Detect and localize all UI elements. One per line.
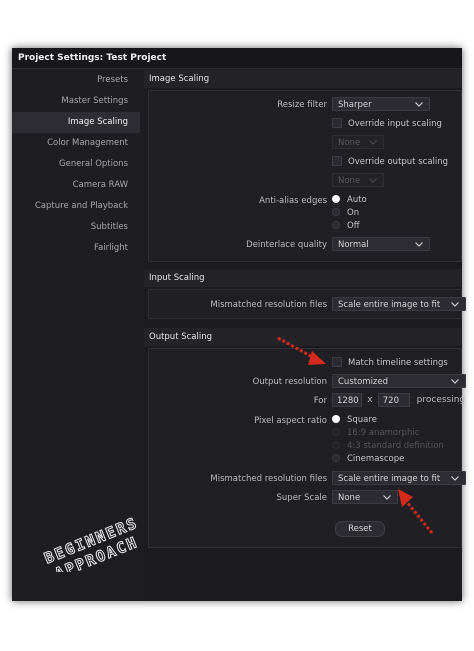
aa-on-label: On xyxy=(347,208,360,218)
reset-button[interactable]: Reset xyxy=(335,521,385,537)
image-scaling-section: Resize filter Sharper Override input sca… xyxy=(148,90,462,262)
aa-off-row: Off xyxy=(149,219,463,235)
par-169-radio xyxy=(332,428,340,436)
output-mismatch-dropdown[interactable]: Scale entire image to fit xyxy=(332,471,466,485)
override-output-label: Override output scaling xyxy=(348,157,449,167)
override-input-label: Override input scaling xyxy=(348,119,442,129)
output-resolution-dropdown[interactable]: Customized xyxy=(332,374,466,388)
input-none-row: None xyxy=(149,135,463,151)
height-input[interactable]: 720 xyxy=(377,393,410,407)
output-mismatch-value: Scale entire image to fit xyxy=(338,474,441,484)
resize-filter-label: Resize filter xyxy=(277,100,327,110)
input-mismatch-dropdown[interactable]: Scale entire image to fit xyxy=(332,297,466,311)
input-scaling-header: Input Scaling xyxy=(144,269,462,287)
sidebar-item-color-management[interactable]: Color Management xyxy=(12,133,140,154)
x-label: x xyxy=(367,395,373,405)
par-cinemascope-label: Cinemascope xyxy=(347,454,405,464)
super-scale-value: None xyxy=(338,493,361,503)
override-input-row: Override input scaling xyxy=(149,116,463,132)
resize-filter-row: Resize filter Sharper xyxy=(149,97,463,113)
input-scaling-none-dropdown: None xyxy=(332,135,384,149)
aa-off-radio[interactable] xyxy=(332,221,340,229)
chevron-down-icon xyxy=(369,136,378,150)
sidebar-item-subtitles[interactable]: Subtitles xyxy=(12,217,140,238)
super-scale-label: Super Scale xyxy=(276,493,327,503)
aa-on-radio[interactable] xyxy=(332,208,340,216)
par-cinemascope-radio[interactable] xyxy=(332,454,340,462)
chevron-down-icon xyxy=(415,238,424,252)
width-input[interactable]: 1280 xyxy=(332,393,362,407)
override-input-checkbox[interactable] xyxy=(332,118,342,128)
processing-label: processing xyxy=(416,395,466,405)
deinterlace-row: Deinterlace quality Normal xyxy=(149,237,463,253)
chevron-down-icon xyxy=(369,174,378,188)
aa-auto-label: Auto xyxy=(347,195,367,205)
watermark-logo: BEGINNERS APPROACH xyxy=(41,513,141,572)
override-output-row: Override output scaling xyxy=(149,154,463,170)
par-43-label: 4:3 standard definition xyxy=(347,441,444,451)
output-mismatch-label: Mismatched resolution files xyxy=(210,474,327,484)
resize-filter-value: Sharper xyxy=(338,100,372,110)
deinterlace-dropdown[interactable]: Normal xyxy=(332,237,430,251)
image-scaling-header: Image Scaling xyxy=(144,70,462,88)
override-output-checkbox[interactable] xyxy=(332,156,342,166)
chevron-down-icon xyxy=(451,375,460,389)
sidebar-item-capture-and-playback[interactable]: Capture and Playback xyxy=(12,196,140,217)
sidebar-item-general-options[interactable]: General Options xyxy=(12,154,140,175)
input-scaling-section: Mismatched resolution files Scale entire… xyxy=(148,289,466,319)
output-mismatch-row: Mismatched resolution files Scale entire… xyxy=(149,471,466,487)
output-none-value: None xyxy=(338,176,361,186)
par-cinemascope-row: Cinemascope xyxy=(149,452,463,468)
aa-off-label: Off xyxy=(347,221,360,231)
input-mismatch-row: Mismatched resolution files Scale entire… xyxy=(149,297,466,313)
super-scale-dropdown[interactable]: None xyxy=(332,490,398,504)
input-mismatch-value: Scale entire image to fit xyxy=(338,300,441,310)
chevron-down-icon xyxy=(383,491,392,505)
par-square-radio[interactable] xyxy=(332,415,340,423)
processing-size-row: For 1280 x 720 processing xyxy=(149,393,466,409)
output-scaling-none-dropdown: None xyxy=(332,173,384,187)
par-169-label: 16:9 anamorphic xyxy=(347,428,420,438)
sidebar-item-master-settings[interactable]: Master Settings xyxy=(12,91,140,112)
output-resolution-value: Customized xyxy=(338,377,389,387)
chevron-down-icon xyxy=(451,298,460,312)
annotation-arrow-icon xyxy=(398,489,434,534)
sidebar-item-camera-raw[interactable]: Camera RAW xyxy=(12,175,140,196)
annotation-arrow-icon xyxy=(277,336,326,365)
input-mismatch-label: Mismatched resolution files xyxy=(210,300,327,310)
deinterlace-value: Normal xyxy=(338,240,369,250)
par-square-label: Square xyxy=(347,415,377,425)
deinterlace-label: Deinterlace quality xyxy=(246,240,327,250)
output-none-row: None xyxy=(149,173,463,189)
chevron-down-icon xyxy=(415,98,424,112)
output-resolution-row: Output resolution Customized xyxy=(149,374,466,390)
output-resolution-label: Output resolution xyxy=(252,377,327,387)
match-timeline-checkbox[interactable] xyxy=(332,357,342,367)
par-43-radio xyxy=(332,441,340,449)
sidebar-item-fairlight[interactable]: Fairlight xyxy=(12,238,140,259)
window-title: Project Settings: Test Project xyxy=(12,48,462,69)
sidebar-item-image-scaling[interactable]: Image Scaling xyxy=(12,112,140,133)
resize-filter-dropdown[interactable]: Sharper xyxy=(332,97,430,111)
for-label: For xyxy=(313,396,327,406)
match-timeline-label: Match timeline settings xyxy=(348,358,448,368)
chevron-down-icon xyxy=(451,472,460,486)
aa-auto-radio[interactable] xyxy=(332,195,340,203)
sidebar-item-presets[interactable]: Presets xyxy=(12,70,140,91)
input-none-value: None xyxy=(338,138,361,148)
